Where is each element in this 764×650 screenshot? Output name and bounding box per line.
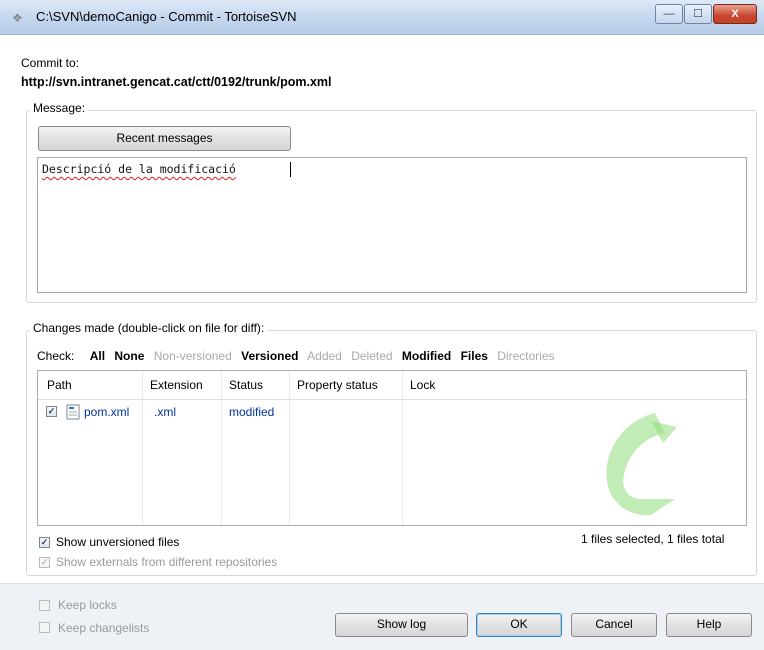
column-extension[interactable]: Extension (150, 378, 203, 392)
show-externals-checkbox: ✓ (39, 557, 50, 568)
filter-none[interactable]: None (114, 349, 144, 363)
column-status[interactable]: Status (229, 378, 263, 392)
list-header: Path Extension Status Property status Lo… (38, 371, 746, 400)
message-text: Descripció de la modificació (42, 162, 236, 176)
commit-to-label: Commit to: (21, 56, 80, 70)
keep-locks-checkbox[interactable] (39, 600, 50, 611)
keep-locks-label: Keep locks (58, 598, 117, 612)
changes-list[interactable]: Path Extension Status Property status Lo… (37, 370, 747, 526)
filter-modified[interactable]: Modified (402, 349, 451, 363)
tortoisesvn-app-icon: ❖ (12, 11, 23, 25)
xml-file-icon (66, 404, 80, 420)
close-button[interactable]: X (713, 4, 757, 24)
ok-button[interactable]: OK (476, 613, 562, 637)
filter-deleted: Deleted (351, 349, 393, 363)
row-status: modified (229, 405, 275, 419)
row-extension: .xml (154, 405, 176, 419)
filter-files[interactable]: Files (461, 349, 488, 363)
recent-messages-button[interactable]: Recent messages (38, 126, 291, 151)
tortoise-watermark-icon (606, 413, 677, 516)
show-unversioned-checkbox[interactable]: ✓ (39, 537, 50, 548)
message-input[interactable]: Descripció de la modificació (37, 157, 747, 293)
cancel-button[interactable]: Cancel (571, 613, 657, 637)
show-externals-label: Show externals from different repositori… (56, 555, 278, 569)
filter-non-versioned: Non-versioned (153, 349, 232, 363)
keep-changelists-label: Keep changelists (58, 621, 150, 635)
column-property-status[interactable]: Property status (297, 378, 378, 392)
check-filter-row: Check: All None Non-versioned Versioned … (37, 349, 561, 363)
window-title: C:\SVN\demoCanigo - Commit - TortoiseSVN (36, 9, 297, 24)
table-row[interactable]: ✓ pom.xml .xml modified (44, 403, 404, 421)
minimize-button[interactable]: — (655, 4, 683, 24)
column-path[interactable]: Path (47, 378, 72, 392)
help-button[interactable]: Help (666, 613, 752, 637)
row-path: pom.xml (84, 405, 130, 419)
row-checkbox[interactable]: ✓ (46, 406, 57, 417)
filter-versioned[interactable]: Versioned (241, 349, 298, 363)
filter-directories: Directories (497, 349, 555, 363)
maximize-button[interactable]: ☐ (684, 4, 712, 24)
filter-added: Added (307, 349, 342, 363)
footer-bar: Keep locks Keep changelists Show log OK … (0, 583, 764, 650)
selection-summary: 1 files selected, 1 files total (581, 532, 725, 546)
message-group-label: Message: (30, 101, 89, 115)
filter-all[interactable]: All (90, 349, 105, 363)
show-unversioned-label: Show unversioned files (56, 535, 180, 549)
commit-url: http://svn.intranet.gencat.cat/ctt/0192/… (21, 75, 332, 89)
show-log-button[interactable]: Show log (335, 613, 468, 637)
title-bar: ❖ C:\SVN\demoCanigo - Commit - TortoiseS… (0, 0, 764, 35)
changes-group-label: Changes made (double-click on file for d… (30, 321, 268, 335)
keep-changelists-checkbox[interactable] (39, 622, 50, 633)
column-lock[interactable]: Lock (410, 378, 435, 392)
check-label: Check: (37, 349, 75, 363)
text-caret (290, 162, 291, 177)
